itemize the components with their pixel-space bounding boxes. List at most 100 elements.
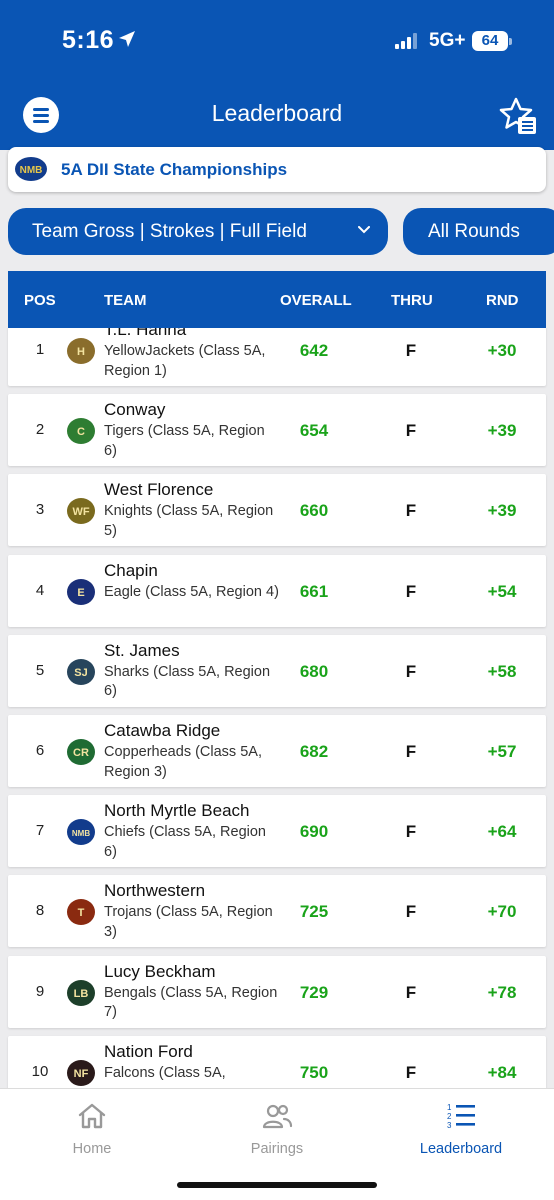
pairings-icon [262, 1104, 293, 1129]
app-header: 5:16 5G+ 64 Leaderboard [0, 0, 554, 150]
event-title: 5A DII State Championships [61, 160, 288, 179]
table-row[interactable]: 1 H T.L. Hanna YellowJackets (Class 5A, … [8, 328, 546, 386]
overall-score: 654 [299, 421, 329, 441]
row-position: 8 [35, 902, 45, 920]
table-row[interactable]: 5 SJ St. James Sharks (Class 5A, Region … [8, 634, 546, 707]
hanna-logo-icon: H [67, 338, 95, 364]
home-indicator [177, 1182, 377, 1188]
team-name: West Florence [104, 480, 214, 500]
table-row[interactable]: 3 WF West Florence Knights (Class 5A, Re… [8, 474, 546, 547]
thru-status: F [405, 341, 417, 360]
svg-text:3: 3 [447, 1121, 452, 1130]
round-score: +58 [487, 661, 517, 681]
thru-status: F [405, 581, 417, 601]
overall-score: 750 [299, 1062, 329, 1082]
network-type: 5G+ [429, 30, 466, 51]
thru-status: F [405, 902, 417, 922]
view-filter-dropdown[interactable]: Team Gross | Strokes | Full Field [8, 208, 388, 255]
st-james-logo-icon: SJ [67, 658, 95, 685]
tab-home-label: Home [72, 1141, 112, 1157]
row-position: 4 [35, 581, 45, 599]
thru-status: F [405, 421, 417, 441]
row-position: 9 [35, 982, 45, 1000]
svg-text:NMB: NMB [20, 165, 43, 176]
north-myrtle-beach-logo-icon: NMB [67, 819, 95, 846]
table-row[interactable]: 10 NF Nation Ford Falcons (Class 5A, 750… [8, 1035, 546, 1088]
row-position: 10 [31, 1062, 49, 1080]
team-name: North Myrtle Beach [104, 801, 250, 821]
logo-lettering: LB [74, 988, 89, 1000]
catawba-ridge-logo-icon: CR [67, 739, 95, 765]
tab-leaderboard-label: Leaderboard [419, 1141, 503, 1157]
team-detail: YellowJackets (Class 5A, Region 1) [104, 343, 266, 379]
lucy-beckham-logo-icon: LB [67, 979, 95, 1006]
leaderboard-list[interactable]: 1 H T.L. Hanna YellowJackets (Class 5A, … [0, 328, 554, 1088]
round-score: +30 [487, 341, 517, 360]
logo-lettering: E [77, 587, 84, 599]
event-card[interactable]: NMB 5A DII State Championships [8, 147, 546, 192]
row-position: 6 [35, 742, 45, 759]
team-detail: Copperheads (Class 5A, Region 3) [104, 744, 262, 780]
favorites-list-icon[interactable] [498, 96, 538, 136]
status-bar: 5:16 5G+ 64 [0, 0, 554, 80]
table-row[interactable]: 4 E Chapin Eagle (Class 5A, Region 4) 66… [8, 554, 546, 627]
tab-home[interactable]: Home [0, 1089, 184, 1169]
west-florence-logo-icon: WF [67, 498, 95, 525]
row-position: 2 [35, 421, 45, 439]
logo-lettering: CR [73, 747, 89, 759]
team-name: Lucy Beckham [104, 961, 216, 981]
round-score: +64 [487, 822, 517, 842]
column-header-overall[interactable]: OVERALL [280, 292, 352, 309]
row-position: 7 [35, 822, 45, 840]
round-score: +39 [487, 421, 517, 441]
battery-level: 64 [472, 31, 508, 51]
overall-score: 682 [299, 742, 329, 761]
table-row[interactable]: 2 C Conway Tigers (Class 5A, Region 6) 6… [8, 394, 546, 467]
table-row[interactable]: 7 NMB North Myrtle Beach Chiefs (Class 5… [8, 795, 546, 868]
overall-score: 660 [299, 501, 329, 521]
table-row[interactable]: 6 CR Catawba Ridge Copperheads (Class 5A… [8, 715, 546, 787]
overall-score: 690 [299, 822, 329, 842]
round-score: +39 [487, 501, 517, 521]
team-detail: Tigers (Class 5A, Region 6) [104, 423, 265, 459]
leaderboard-table-header: POS TEAM OVERALL THRU RND [8, 271, 546, 328]
rounds-filter-button[interactable]: All Rounds [403, 208, 554, 255]
logo-lettering: SJ [74, 667, 87, 679]
column-header-thru[interactable]: THRU [391, 292, 433, 309]
tab-pairings-label: Pairings [250, 1141, 304, 1157]
team-name: Chapin [104, 560, 158, 580]
thru-status: F [405, 1062, 417, 1082]
team-name: Nation Ford [104, 1041, 193, 1061]
column-header-pos[interactable]: POS [24, 292, 56, 309]
battery-icon: 64 [472, 31, 512, 51]
page-title: Leaderboard [211, 100, 343, 126]
team-detail: Eagle (Class 5A, Region 4) [104, 583, 279, 600]
team-detail: Sharks (Class 5A, Region 6) [104, 663, 271, 700]
svg-text:1: 1 [447, 1103, 452, 1112]
home-icon [78, 1103, 106, 1129]
chapin-logo-icon: E [67, 578, 95, 605]
north-myrtle-beach-event-logo-icon: NMB [15, 157, 47, 181]
round-score: +84 [487, 1062, 517, 1082]
team-name: Northwestern [104, 881, 206, 901]
column-header-team[interactable]: TEAM [104, 292, 147, 309]
team-detail: Chiefs (Class 5A, Region 6) [104, 824, 266, 860]
column-header-rnd[interactable]: RND [486, 292, 519, 309]
table-row[interactable]: 8 T Northwestern Trojans (Class 5A, Regi… [8, 875, 546, 948]
round-score: +54 [487, 581, 517, 601]
logo-lettering: WF [72, 506, 89, 518]
logo-lettering: C [77, 426, 85, 438]
tab-pairings[interactable]: Pairings [185, 1089, 369, 1169]
team-detail: Knights (Class 5A, Region 5) [104, 503, 274, 539]
northwestern-logo-icon: T [67, 899, 95, 926]
overall-score: 680 [299, 661, 329, 681]
view-filter-label: Team Gross | Strokes | Full Field [32, 221, 307, 242]
leaderboard-icon: 1 2 3 [447, 1103, 475, 1130]
table-row[interactable]: 9 LB Lucy Beckham Bengals (Class 5A, Reg… [8, 955, 546, 1028]
row-position: 1 [35, 341, 45, 358]
thru-status: F [405, 661, 417, 681]
row-position: 3 [35, 501, 45, 519]
team-detail: Bengals (Class 5A, Region 7) [104, 984, 278, 1021]
tab-leaderboard[interactable]: 1 2 3 Leaderboard [369, 1089, 553, 1169]
team-name: St. James [104, 640, 180, 660]
